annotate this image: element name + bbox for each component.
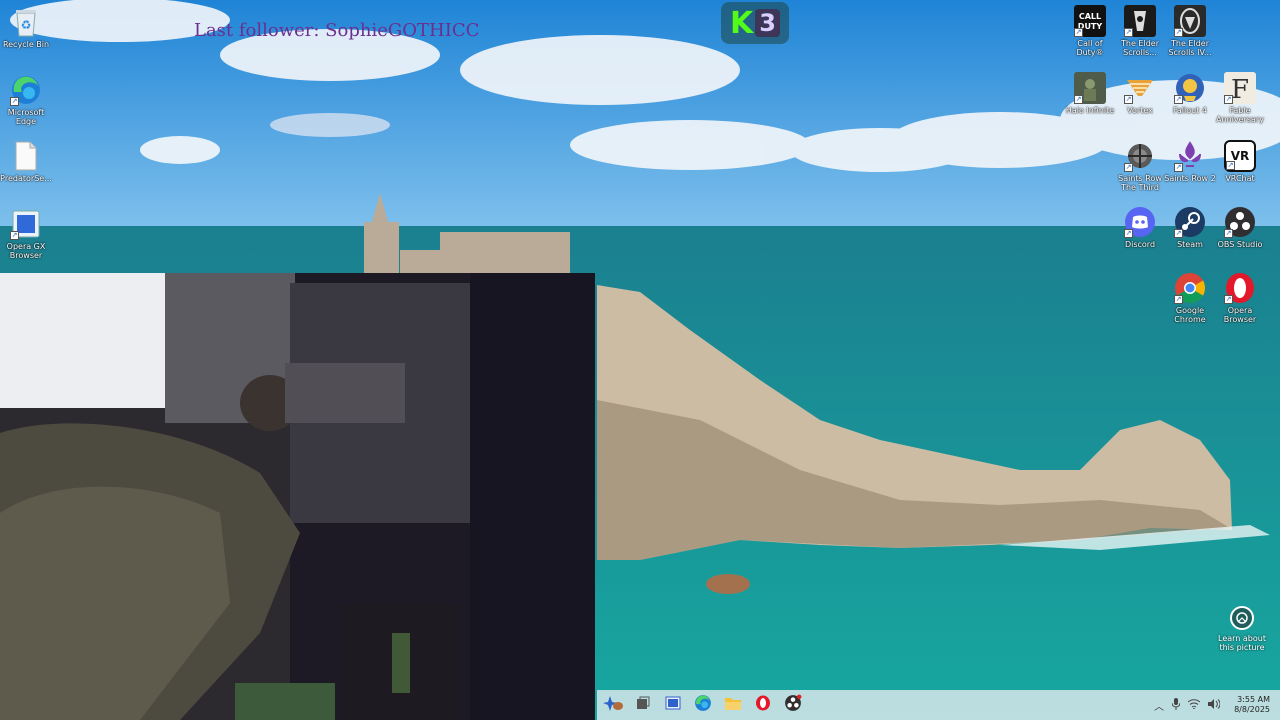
desktop-icon-label: OBS Studio xyxy=(1217,240,1263,249)
kick-number: 3 xyxy=(755,9,780,37)
desktop-icon-label: Discord xyxy=(1124,240,1156,249)
desktop-icon-label: Call of Duty® xyxy=(1076,39,1104,57)
camera-icon xyxy=(1230,606,1254,630)
desktop-icon-label: Recycle Bin xyxy=(2,40,50,49)
opera-icon xyxy=(755,695,771,715)
edge-icon xyxy=(694,694,712,716)
edge-icon: ↗ xyxy=(10,74,42,106)
desktop-icon-opera-gx[interactable]: ↗ Opera GX Browser xyxy=(0,208,52,260)
last-follower-text: Last follower: SophieGOTHICC xyxy=(194,20,480,41)
svg-text:CALL: CALL xyxy=(1079,12,1101,21)
saints-row-2-icon: ↗ xyxy=(1174,140,1206,172)
desktop-icon-saints-row-2[interactable]: ↗ Saints Row 2 xyxy=(1164,140,1216,183)
halo-icon: ↗ xyxy=(1074,72,1106,104)
desktop-icon-label: Vortex xyxy=(1127,106,1153,115)
desktop-icon-elder-scrolls-iv[interactable]: ↗ The Elder Scrolls IV... xyxy=(1164,5,1216,57)
webcam-feed xyxy=(0,273,595,720)
recycle-bin-icon: ♻ xyxy=(10,6,42,38)
kick-letter: K xyxy=(730,5,754,41)
desktop-icon-label: Google Chrome xyxy=(1174,306,1206,324)
desktop-icon-recycle-bin[interactable]: ♻ Recycle Bin xyxy=(0,6,52,49)
widgets-icon xyxy=(665,695,681,715)
svg-text:F: F xyxy=(1231,75,1249,104)
vrchat-icon: VR ↗ xyxy=(1224,140,1256,172)
desktop-icon-vrchat[interactable]: VR ↗ VRChat xyxy=(1214,140,1266,183)
learn-about-picture-label: Learn about this picture xyxy=(1218,634,1266,652)
desktop-icon-elder-scrolls[interactable]: ↗ The Elder Scrolls... xyxy=(1114,5,1166,57)
clock[interactable]: 3:55 AM 8/8/2025 xyxy=(1234,695,1270,715)
kick-logo: K 3 xyxy=(721,2,789,44)
task-view-button[interactable] xyxy=(629,691,657,719)
microphone-icon[interactable] xyxy=(1171,697,1181,713)
desktop-icon-label: Fable Anniversary xyxy=(1216,106,1264,124)
opera-gx-icon: ↗ xyxy=(10,208,42,240)
clock-date: 8/8/2025 xyxy=(1234,705,1270,714)
desktop-icon-call-of-duty[interactable]: CALL DUTY ↗ Call of Duty® xyxy=(1064,5,1116,57)
copilot-button[interactable] xyxy=(599,691,627,719)
taskbar-edge-button[interactable] xyxy=(689,691,717,719)
desktop-icon-label: Microsoft Edge xyxy=(7,108,45,126)
taskbar: ︿ 3:55 AM 8/8/2025 xyxy=(597,690,1280,720)
elder-scrolls-iv-icon: ↗ xyxy=(1174,5,1206,37)
fable-icon: F ↗ xyxy=(1224,72,1256,104)
copilot-icon xyxy=(602,694,624,716)
clock-time: 3:55 AM xyxy=(1237,695,1270,704)
svg-text:♻: ♻ xyxy=(21,18,32,32)
desktop-icon-label: Halo Infinite xyxy=(1065,106,1115,115)
desktop-icon-label: VRChat xyxy=(1225,174,1255,183)
desktop-icon-chrome[interactable]: ↗ Google Chrome xyxy=(1164,272,1216,324)
desktop-icon-halo[interactable]: ↗ Halo Infinite xyxy=(1064,72,1116,115)
widgets-button[interactable] xyxy=(659,691,687,719)
chevron-up-icon[interactable]: ︿ xyxy=(1154,698,1164,713)
desktop-icon-predator[interactable]: PredatorSe... xyxy=(0,140,52,183)
desktop-icon-opera[interactable]: ↗ Opera Browser xyxy=(1214,272,1266,324)
taskbar-obs-button[interactable] xyxy=(779,691,807,719)
chrome-icon: ↗ xyxy=(1174,272,1206,304)
desktop-icon-label: Steam xyxy=(1177,240,1203,249)
taskbar-file-explorer-button[interactable] xyxy=(719,691,747,719)
system-tray: ︿ 3:55 AM 8/8/2025 xyxy=(1154,690,1270,720)
desktop-icon-label: The Elder Scrolls... xyxy=(1121,39,1159,57)
desktop-icon-discord[interactable]: ↗ Discord xyxy=(1114,206,1166,249)
call-of-duty-icon: CALL DUTY ↗ xyxy=(1074,5,1106,37)
desktop-icon-label: Saints Row The Third xyxy=(1118,174,1162,192)
desktop-icon-fable[interactable]: F ↗ Fable Anniversary xyxy=(1214,72,1266,124)
obs-icon: ↗ xyxy=(1224,206,1256,238)
vortex-icon: ↗ xyxy=(1124,72,1156,104)
desktop-icon-steam[interactable]: ↗ Steam xyxy=(1164,206,1216,249)
desktop-icon-vortex[interactable]: ↗ Vortex xyxy=(1114,72,1166,115)
taskbar-opera-button[interactable] xyxy=(749,691,777,719)
task-view-icon xyxy=(635,695,651,715)
saints-row-third-icon: ↗ xyxy=(1124,140,1156,172)
desktop-icon-fallout[interactable]: ↗ Fallout 4 xyxy=(1164,72,1216,115)
wifi-icon[interactable] xyxy=(1187,698,1201,712)
desktop-icon-saints-row-third[interactable]: ↗ Saints Row The Third xyxy=(1114,140,1166,192)
file-explorer-icon xyxy=(724,695,742,715)
desktop-icon-label: Fallout 4 xyxy=(1173,106,1207,115)
volume-icon[interactable] xyxy=(1208,698,1221,712)
discord-icon: ↗ xyxy=(1124,206,1156,238)
obs-icon xyxy=(784,694,802,716)
desktop-icon-edge[interactable]: ↗ Microsoft Edge xyxy=(0,74,52,126)
desktop-icon-label: Saints Row 2 xyxy=(1164,174,1216,183)
file-icon xyxy=(10,140,42,172)
desktop-icon-label: PredatorSe... xyxy=(0,174,52,183)
desktop-icon-obs[interactable]: ↗ OBS Studio xyxy=(1214,206,1266,249)
learn-about-picture[interactable]: Learn about this picture xyxy=(1216,606,1268,652)
desktop-icon-label: Opera Browser xyxy=(1223,306,1257,324)
elder-scrolls-icon: ↗ xyxy=(1124,5,1156,37)
steam-icon: ↗ xyxy=(1174,206,1206,238)
desktop-icon-label: The Elder Scrolls IV... xyxy=(1168,39,1212,57)
opera-icon: ↗ xyxy=(1224,272,1256,304)
desktop-icon-label: Opera GX Browser xyxy=(6,242,46,260)
fallout-icon: ↗ xyxy=(1174,72,1206,104)
